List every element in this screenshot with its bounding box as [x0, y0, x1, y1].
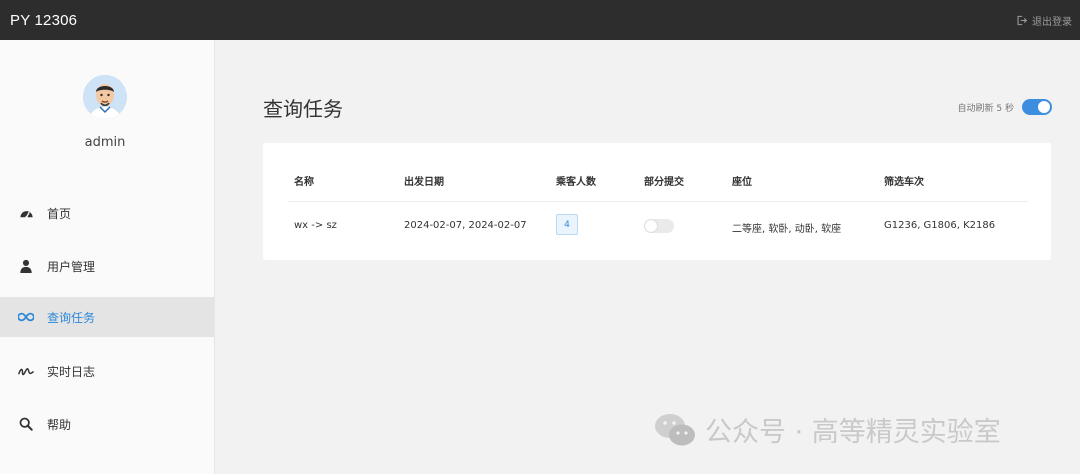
infinity-icon [18, 309, 34, 325]
cell-trains: G1236, G1806, K2186 [884, 220, 996, 231]
passenger-count-badge: 4 [556, 214, 578, 235]
search-icon [18, 416, 34, 432]
username: admin [84, 135, 126, 150]
avatar [83, 75, 127, 119]
logout-label: 退出登录 [1032, 16, 1072, 28]
auto-refresh-label: 自动刷新 5 秒 [957, 103, 1014, 114]
column-header-passengers: 乘客人数 [556, 177, 596, 188]
auto-refresh: 自动刷新 5 秒 [958, 99, 1052, 115]
sidebar-item-query-tasks[interactable]: 查询任务 [0, 297, 214, 337]
watermark: 公众号 · 高等精灵实验室 [653, 410, 1001, 449]
sidebar: admin 首页 用户管理 查询任务 实时日志 帮助 [0, 40, 215, 474]
sidebar-item-label: 帮助 [47, 417, 72, 432]
sidebar-item-label: 实时日志 [47, 364, 96, 379]
logout-button[interactable]: 退出登录 [1016, 13, 1072, 28]
sidebar-item-label: 查询任务 [47, 310, 96, 325]
watermark-text: 公众号 · 高等精灵实验室 [705, 417, 1001, 448]
avatar-illustration [83, 75, 127, 119]
sidebar-item-users[interactable]: 用户管理 [0, 246, 214, 286]
wechat-icon [655, 413, 695, 445]
cell-name: wx -> sz [294, 220, 337, 231]
column-header-trains: 筛选车次 [884, 177, 924, 188]
dashboard-icon [18, 205, 34, 221]
column-header-name: 名称 [294, 177, 314, 188]
row-divider [288, 201, 1028, 202]
column-header-seats: 座位 [732, 177, 752, 188]
sidebar-item-label: 首页 [47, 206, 72, 221]
logout-icon [1017, 15, 1027, 25]
cell-seats: 二等座, 软卧, 动卧, 软座 [732, 224, 842, 235]
cell-dates: 2024-02-07, 2024-02-07 [404, 220, 527, 231]
page-title: 查询任务 [263, 97, 343, 121]
app-title: PY 12306 [10, 11, 78, 29]
user-icon [18, 258, 34, 274]
auto-refresh-toggle[interactable] [1022, 99, 1052, 115]
sidebar-item-home[interactable]: 首页 [0, 193, 214, 233]
sidebar-item-help[interactable]: 帮助 [0, 404, 214, 444]
top-bar: PY 12306 退出登录 [0, 0, 1080, 40]
column-header-date: 出发日期 [404, 177, 444, 188]
sidebar-item-live-logs[interactable]: 实时日志 [0, 351, 214, 391]
column-header-partial-submit: 部分提交 [644, 177, 684, 188]
signature-icon [18, 363, 34, 379]
sidebar-item-label: 用户管理 [47, 259, 96, 274]
task-table: 名称 出发日期 乘客人数 部分提交 座位 筛选车次 wx -> sz 2024-… [263, 143, 1051, 260]
partial-submit-toggle[interactable] [644, 219, 674, 233]
